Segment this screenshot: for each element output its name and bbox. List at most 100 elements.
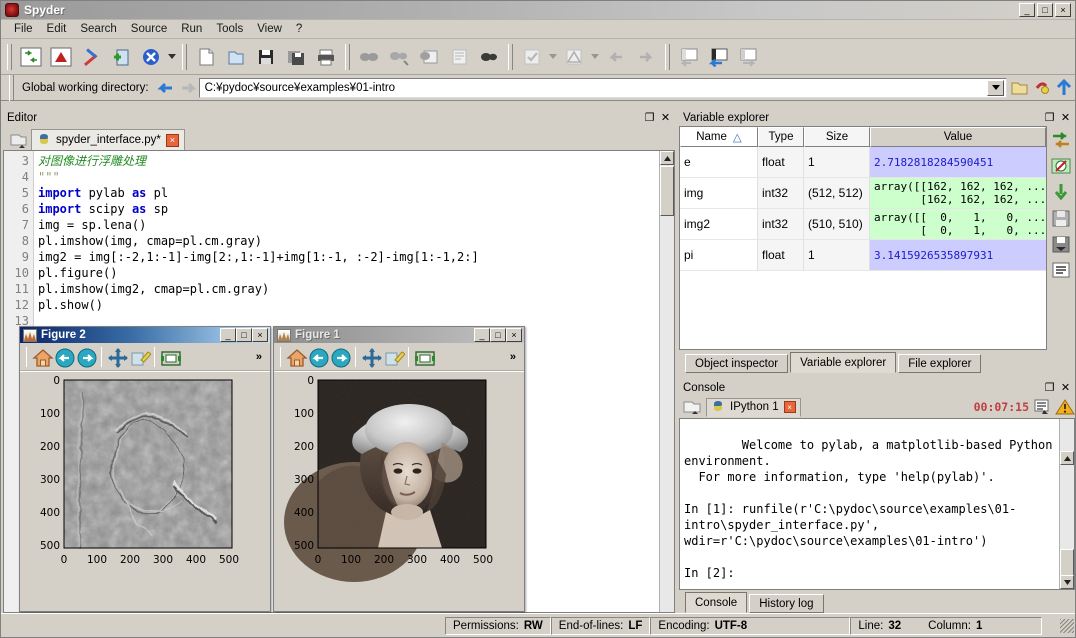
save-all-icon[interactable] [282,43,310,71]
tab-variable-explorer[interactable]: Variable explorer [790,352,896,373]
editor-tab-spyder-interface[interactable]: spyder_interface.py* × [31,129,185,150]
menu-help[interactable]: ? [289,21,309,37]
menu-view[interactable]: View [250,21,289,37]
tab-object-inspector[interactable]: Object inspector [685,354,788,373]
back-arrow-icon[interactable] [308,347,328,367]
run-file-icon[interactable] [355,43,383,71]
import-data-icon[interactable] [1050,129,1072,151]
save-figure-icon[interactable] [160,347,180,367]
options-menu-icon[interactable] [1050,259,1072,281]
toolbar-grip[interactable] [7,44,12,70]
arrow-left-icon[interactable] [155,77,177,99]
pan-icon[interactable] [107,347,127,367]
tab-file-explorer[interactable]: File explorer [898,354,981,373]
figure2-close-button[interactable]: × [252,328,268,342]
column-header-type[interactable]: Type [758,127,804,147]
figure1-maximize-button[interactable]: □ [490,328,506,342]
zoom-rect-icon[interactable] [383,347,403,367]
figure1-close-button[interactable]: × [506,328,522,342]
toolbar-grip-4[interactable] [508,44,513,70]
editor-vertical-scrollbar[interactable] [659,151,674,612]
zoom-rect-icon[interactable] [129,347,149,367]
toolbar-grip-3[interactable] [345,44,350,70]
figure2-canvas[interactable]: 0 100 200 300 400 500 0 100 200 300 400 … [20,371,270,611]
variable-table[interactable]: Name △ Type Size Value efloat12.71828182… [679,126,1047,350]
menu-tools[interactable]: Tools [209,21,250,37]
tab-console[interactable]: Console [685,592,747,613]
warning-code-icon[interactable] [560,43,588,71]
python-console-icon[interactable] [47,43,75,71]
pane-right-icon[interactable] [735,43,763,71]
run-settings-dropdown-icon[interactable] [166,43,178,71]
console-tab-close-icon[interactable]: × [784,401,796,413]
maximize-button[interactable]: □ [1037,3,1053,17]
varexp-undock-icon[interactable]: ❐ [1043,111,1056,124]
warning-code-dropdown-icon[interactable] [589,43,601,71]
run-cell-icon[interactable] [475,43,503,71]
table-row[interactable]: pifloat13.1415926535897931 [680,240,1046,271]
editor-undock-icon[interactable]: ❐ [643,111,656,124]
menu-file[interactable]: File [7,21,40,37]
resize-grip[interactable] [1060,619,1074,633]
console-close-icon[interactable]: ✕ [1059,381,1072,394]
workdir-combobox[interactable]: C:¥pydoc¥source¥examples¥01-intro [199,78,1007,98]
insert-item-icon[interactable] [1050,181,1072,203]
print-icon[interactable] [312,43,340,71]
console-tab-ipython-1[interactable]: IPython 1 × [706,398,801,417]
figure1-canvas[interactable]: 0 100 200 300 400 500 0 100 200 300 400 … [274,371,524,611]
check-code-icon[interactable] [518,43,546,71]
exclude-private-icon[interactable] [1050,155,1072,177]
pane-center-icon[interactable] [705,43,733,71]
arrow-right-icon[interactable] [177,77,199,99]
editor-scroll-thumb[interactable] [660,166,674,216]
menu-search[interactable]: Search [73,21,123,37]
check-code-dropdown-icon[interactable] [547,43,559,71]
next-cursor-icon[interactable] [632,43,660,71]
workdir-grip[interactable] [9,75,14,101]
toolbar-grip-5[interactable] [665,44,670,70]
previous-cursor-icon[interactable] [602,43,630,71]
home-icon[interactable] [32,347,52,367]
options-menu-icon[interactable] [1033,398,1051,416]
scroll-up-icon[interactable] [1060,451,1074,465]
pan-icon[interactable] [361,347,381,367]
editor-close-icon[interactable]: ✕ [659,111,672,124]
console-vertical-scrollbar[interactable] [1059,419,1074,589]
menu-source[interactable]: Source [124,21,174,37]
figure-window-2[interactable]: Figure 2 _ □ × [19,326,271,612]
tab-history-log[interactable]: History log [749,594,823,613]
new-console-icon[interactable] [682,397,702,417]
save-data-as-icon[interactable] [1050,233,1072,255]
browse-tabs-icon[interactable] [5,128,31,150]
figure-window-1[interactable]: Figure 1 _ □ × [273,326,525,612]
varexp-close-icon[interactable]: ✕ [1059,111,1072,124]
run-settings-icon[interactable] [137,43,165,71]
folder-browse-icon[interactable] [1009,77,1031,99]
scroll-down-icon[interactable] [1060,575,1074,589]
column-header-name[interactable]: Name △ [680,127,758,147]
open-file-icon[interactable] [222,43,250,71]
scroll-up-icon[interactable] [660,151,674,165]
debug-icon[interactable] [415,43,443,71]
pane-left-icon[interactable] [675,43,703,71]
menu-edit[interactable]: Edit [40,21,74,37]
save-file-icon[interactable] [252,43,280,71]
console-undock-icon[interactable]: ❐ [1043,381,1056,394]
save-data-icon[interactable] [1050,207,1072,229]
add-package-icon[interactable] [107,43,135,71]
run-selection-icon[interactable] [445,43,473,71]
forward-arrow-icon[interactable] [330,347,350,367]
figure1-overflow-button[interactable]: » [510,351,524,363]
console-output[interactable]: Welcome to pylab, a matplotlib-based Pyt… [679,418,1075,590]
menu-run[interactable]: Run [174,21,209,37]
forward-arrow-icon[interactable] [76,347,96,367]
back-arrow-icon[interactable] [54,347,74,367]
configure-icon[interactable] [77,43,105,71]
minimize-button[interactable]: _ [1019,3,1035,17]
python-path-icon[interactable] [1031,77,1053,99]
figure2-overflow-button[interactable]: » [256,351,270,363]
home-icon[interactable] [286,347,306,367]
warning-triangle-icon[interactable] [1055,398,1075,416]
column-header-value[interactable]: Value [870,127,1046,147]
run-settings-dialog-icon[interactable] [385,43,413,71]
